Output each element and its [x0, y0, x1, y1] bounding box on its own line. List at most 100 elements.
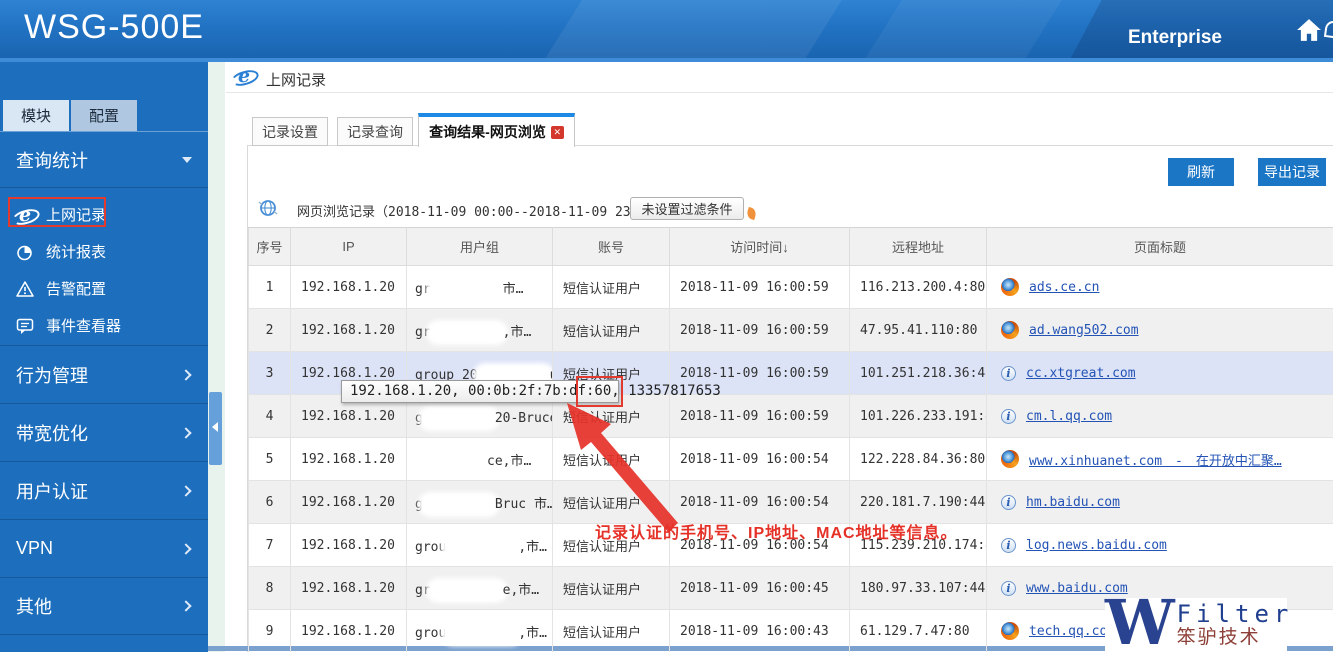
cell-page-title: cc.xtgreat.com	[987, 352, 1333, 395]
col-header-index[interactable]: 序号	[249, 228, 291, 266]
cell-account: 短信认证用户	[553, 481, 670, 524]
table-row[interactable]: 6192.168.1.20gBruc 市…短信认证用户2018-11-09 16…	[249, 481, 1333, 524]
export-records-button[interactable]: 导出记录	[1258, 158, 1326, 186]
report-icon	[12, 241, 38, 263]
page-title-link[interactable]: tech.qq.co	[1029, 624, 1107, 639]
firefox-icon	[1001, 622, 1019, 640]
sidebar-section-other[interactable]: 其他	[0, 577, 208, 635]
page-title: 上网记录	[266, 69, 326, 90]
info-icon	[1001, 366, 1016, 381]
sidebar-group-query-stats[interactable]: 查询统计	[0, 131, 208, 188]
tab-record-query[interactable]: 记录查询	[337, 117, 413, 146]
sidebar-section-auth[interactable]: 用户认证	[0, 461, 208, 519]
table-row[interactable]: 1192.168.1.20gr市…短信认证用户2018-11-09 16:00:…	[249, 266, 1333, 309]
cell-index: 1	[249, 266, 291, 309]
sidebar-item-event-viewer[interactable]: 事件查看器	[0, 307, 208, 344]
sidebar-section-vpn[interactable]: VPN	[0, 519, 208, 577]
watermark: W Filter 笨驴技术	[1105, 598, 1287, 652]
cell-usergroup: gre,市…	[407, 567, 553, 610]
tab-label: 查询结果-网页浏览	[429, 122, 546, 142]
cell-time: 2018-11-09 16:00:59	[670, 266, 850, 309]
sidebar-section-behavior[interactable]: 行为管理	[0, 345, 208, 403]
filter-condition-button[interactable]: 未设置过滤条件	[630, 197, 744, 220]
home-icon[interactable]	[1296, 18, 1322, 42]
col-header-time[interactable]: 访问时间↓	[670, 228, 850, 266]
product-logo: WSG-500E	[24, 8, 204, 47]
sidebar-item-label: 告警配置	[46, 278, 106, 299]
redaction-blur	[431, 282, 503, 297]
page-title-link[interactable]: ad.wang502.com	[1029, 323, 1139, 338]
alert-icon	[12, 278, 38, 300]
close-icon[interactable]: ✕	[551, 126, 564, 139]
section-label: 行为管理	[16, 362, 88, 388]
sidebar-tab-modules[interactable]: 模块	[3, 100, 69, 131]
annotation-red-box-phone	[576, 376, 623, 407]
firefox-icon	[1001, 278, 1019, 296]
cell-ip: 192.168.1.20	[291, 309, 407, 352]
cell-remote: 122.228.84.36:80	[850, 438, 987, 481]
page-title-link[interactable]: ads.ce.cn	[1029, 280, 1099, 295]
header-decoration	[532, 0, 848, 58]
cell-account: 短信认证用户	[553, 266, 670, 309]
cell-account: 短信认证用户	[553, 610, 670, 652]
edition-label: Enterprise	[1128, 27, 1222, 49]
watermark-w-logo: W	[1105, 598, 1175, 648]
sidebar-item-label: 事件查看器	[46, 315, 121, 336]
ie-icon: e	[12, 204, 38, 226]
cell-time: 2018-11-09 16:00:43	[670, 610, 850, 652]
page-title-link[interactable]: log.news.baidu.com	[1026, 538, 1167, 553]
cell-usergroup: grou,市…	[407, 524, 553, 567]
cell-index: 7	[249, 524, 291, 567]
cell-ip: 192.168.1.20	[291, 481, 407, 524]
table-row[interactable]: 2192.168.1.20gr,市…短信认证用户2018-11-09 16:00…	[249, 309, 1333, 352]
cell-page-title: hm.baidu.com	[987, 481, 1333, 524]
tab-record-settings[interactable]: 记录设置	[252, 117, 328, 146]
sidebar-item-label: 上网记录	[46, 204, 106, 225]
cell-remote: 180.97.33.107:443	[850, 567, 987, 610]
sidebar-tab-config[interactable]: 配置	[71, 100, 137, 131]
cell-usergroup: grou,市…	[407, 610, 553, 652]
redaction-blur	[446, 540, 518, 555]
table-header: 序号 IP 用户组 账号 访问时间↓ 远程地址 页面标题	[249, 228, 1333, 266]
cell-time: 2018-11-09 16:00:45	[670, 567, 850, 610]
page-title-link[interactable]: cm.l.qq.com	[1026, 409, 1112, 424]
sidebar-item-web-records[interactable]: e 上网记录	[0, 196, 208, 233]
cell-time: 2018-11-09 16:00:54	[670, 438, 850, 481]
sidebar-item-report[interactable]: 统计报表	[0, 233, 208, 270]
sidebar-item-alerts[interactable]: 告警配置	[0, 270, 208, 307]
cell-time: 2018-11-09 16:00:54	[670, 481, 850, 524]
tab-query-result-web[interactable]: 查询结果-网页浏览 ✕	[418, 113, 575, 147]
cell-remote: 220.181.7.190:443	[850, 481, 987, 524]
cell-index: 8	[249, 567, 291, 610]
cell-ip: 192.168.1.20	[291, 567, 407, 610]
cell-remote: 101.226.233.191:443	[850, 395, 987, 438]
cell-index: 9	[249, 610, 291, 652]
cell-index: 4	[249, 395, 291, 438]
page-title-link[interactable]: cc.xtgreat.com	[1026, 366, 1136, 381]
cell-usergroup: gBruc 市…	[407, 481, 553, 524]
cell-time: 2018-11-09 16:00:59	[670, 395, 850, 438]
wsg-500e-screen: WSG-500E Enterprise 模块 配置 查询统计 e 上网记录	[0, 0, 1333, 652]
info-icon	[1001, 538, 1016, 553]
cell-account: 短信认证用户	[553, 309, 670, 352]
sidebar-sections: 行为管理 带宽优化 用户认证 VPN 其他	[0, 345, 208, 635]
cell-usergroup: gr,市…	[407, 309, 553, 352]
page-title-link[interactable]: www.xinhuanet.com - 在开放中汇聚…	[1029, 450, 1282, 469]
col-header-ip[interactable]: IP	[291, 228, 407, 266]
cell-account: 短信认证用户	[553, 438, 670, 481]
col-header-group[interactable]: 用户组	[407, 228, 553, 266]
cell-page-title: ads.ce.cn	[987, 266, 1333, 309]
cell-account: 短信认证用户	[553, 567, 670, 610]
refresh-button[interactable]: 刷新	[1168, 158, 1234, 186]
section-label: VPN	[16, 538, 53, 559]
table-row[interactable]: 5192.168.1.20ce,市…短信认证用户2018-11-09 16:00…	[249, 438, 1333, 481]
sidebar-collapse-handle[interactable]	[209, 392, 222, 465]
cell-ip: 192.168.1.20	[291, 524, 407, 567]
col-header-account[interactable]: 账号	[553, 228, 670, 266]
col-header-remote[interactable]: 远程地址	[850, 228, 987, 266]
section-label: 用户认证	[16, 478, 88, 504]
page-title-link[interactable]: hm.baidu.com	[1026, 495, 1120, 510]
col-header-title[interactable]: 页面标题	[987, 228, 1333, 266]
cell-page-title: cm.l.qq.com	[987, 395, 1333, 438]
sidebar-section-bandwidth[interactable]: 带宽优化	[0, 403, 208, 461]
